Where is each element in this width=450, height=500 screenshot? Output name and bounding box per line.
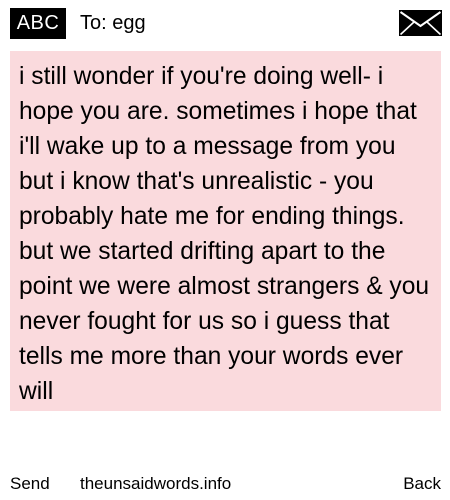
header-bar: ABC To: egg (0, 0, 450, 46)
footer-bar: Send theunsaidwords.info Back (0, 470, 450, 498)
recipient-label: To: egg (80, 12, 146, 34)
send-button[interactable]: Send (10, 470, 50, 498)
back-button[interactable]: Back (403, 470, 441, 498)
envelope-icon[interactable] (399, 10, 442, 36)
site-credit: theunsaidwords.info (80, 474, 232, 493)
message-body[interactable]: i still wonder if you're doing well- i h… (10, 51, 441, 411)
input-mode-badge[interactable]: ABC (10, 8, 66, 39)
message-text: i still wonder if you're doing well- i h… (19, 63, 430, 405)
